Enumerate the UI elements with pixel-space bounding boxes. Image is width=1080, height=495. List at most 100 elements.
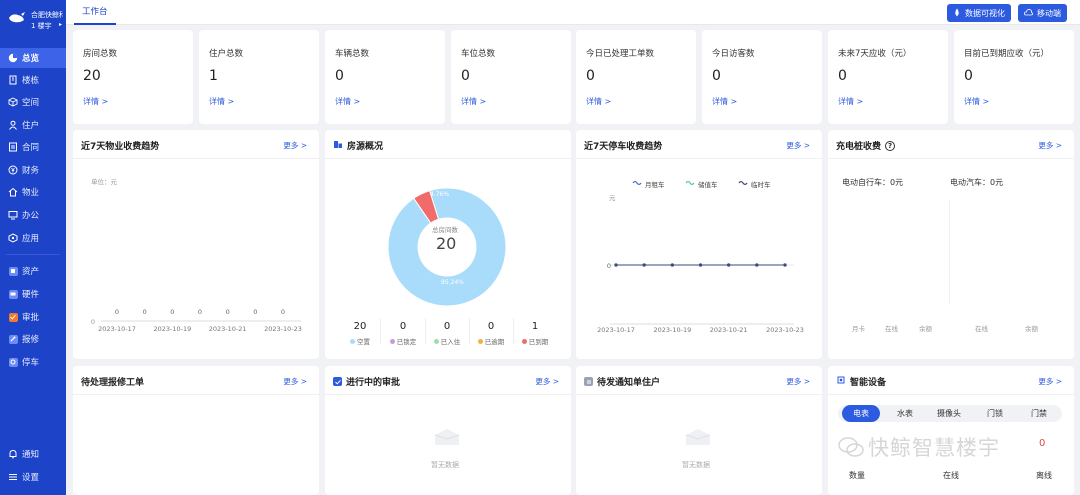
nav-approval[interactable]: 审批 (0, 307, 66, 327)
panel-title-text: 待发通知单住户 (597, 378, 661, 388)
tab-electric-meter[interactable]: 电表 (842, 405, 880, 422)
nav-hardware[interactable]: 硬件 (0, 284, 66, 304)
x-tick-label: 2023-10-17 (98, 325, 136, 333)
nav-label: 楼栋 (22, 76, 40, 86)
panel-title: 充电桩收费 ? (836, 139, 896, 152)
nav-assets[interactable]: 资产 (0, 261, 66, 281)
data-label: 0 (115, 308, 119, 316)
more-link[interactable]: 更多 > (283, 376, 307, 387)
legend-dot (389, 338, 395, 344)
more-link[interactable]: 更多 > (1038, 140, 1062, 151)
data-label: 0 (226, 308, 230, 316)
tab-door-lock[interactable]: 门锁 (976, 405, 1014, 422)
y-tick-label: 0 (91, 318, 95, 326)
tab-water-meter[interactable]: 水表 (886, 405, 924, 422)
nav-label: 应用 (22, 234, 40, 244)
panel-title-text: 充电桩收费 (836, 142, 882, 152)
stat-detail-link[interactable]: 详情 > (83, 96, 108, 107)
housing-stat-label: 已入住 (423, 336, 471, 346)
nav-label: 通知 (22, 450, 40, 460)
sidebar: 合肥快鲸科 1 楼宇 ▸ 总览 楼栋 空间 住户 合同 财务 物业 办公 应用 (0, 0, 66, 495)
tab-access-control[interactable]: 门禁 (1020, 405, 1058, 422)
nav-finance[interactable]: 财务 (0, 160, 66, 180)
legend-dot (477, 338, 483, 344)
approvals-panel: 进行中的审批 更多 > 暂无数据 (325, 366, 571, 495)
approval-icon (8, 312, 18, 322)
nav-apps[interactable]: 应用 (0, 228, 66, 248)
nav-label: 硬件 (22, 290, 40, 300)
more-link[interactable]: 更多 > (1038, 376, 1062, 387)
axis-balance: 余额 (1025, 325, 1038, 333)
help-icon[interactable]: ? (885, 140, 896, 151)
nav-parking[interactable]: 停车 (0, 352, 66, 372)
x-tick-label: 2023-10-23 (766, 326, 804, 334)
donut-pct-small: 4.76% (430, 191, 450, 198)
nav-overview[interactable]: 总览 (0, 48, 66, 68)
stat-title: 车位总数 (461, 49, 496, 59)
nav-contract[interactable]: 合同 (0, 137, 66, 157)
series-point (642, 263, 646, 267)
tab-workbench[interactable]: 工作台 (74, 3, 116, 25)
donut-center-label: 总房间数 (432, 226, 458, 234)
series-point (755, 263, 759, 267)
nav-office[interactable]: 办公 (0, 205, 66, 225)
tab-camera[interactable]: 摄像头 (930, 405, 968, 422)
stat-detail-link[interactable]: 详情 > (335, 96, 360, 107)
stat-detail-link[interactable]: 详情 > (712, 96, 737, 107)
watermark: 快鲸智慧楼宇 (838, 432, 1000, 462)
housing-stat-vacant: 20 空置 (336, 321, 384, 346)
building-icon (8, 75, 18, 85)
data-visualization-button[interactable]: 数据可视化 (947, 4, 1011, 22)
legend-swatch-2 (738, 180, 748, 186)
nav-label: 空间 (22, 98, 40, 108)
data-visualization-label: 数据可视化 (965, 8, 1005, 18)
monitor-icon (8, 210, 18, 220)
housing-stat-locked: 0 已锁定 (379, 321, 427, 346)
mobile-button[interactable]: 移动端 (1018, 4, 1067, 22)
more-link[interactable]: 更多 > (786, 376, 810, 387)
stat-detail-link[interactable]: 详情 > (964, 96, 989, 107)
nav-settings[interactable]: 设置 (0, 467, 66, 487)
data-label: 0 (143, 308, 147, 316)
x-tick-label: 2023-10-21 (209, 325, 247, 333)
building-selector[interactable]: 1 楼宇 (31, 21, 52, 31)
stat-value: 1 (209, 68, 218, 84)
nav-divider (6, 254, 60, 255)
more-link[interactable]: 更多 > (535, 376, 559, 387)
company-name: 合肥快鲸科 (31, 11, 63, 19)
stat-value: 0 (586, 68, 595, 84)
caret-right-icon[interactable]: ▸ (59, 21, 62, 28)
nav-repair[interactable]: 报修 (0, 329, 66, 349)
stat-detail-link[interactable]: 详情 > (209, 96, 234, 107)
x-tick-label: 2023-10-21 (710, 326, 748, 334)
housing-stat-value: 0 (487, 321, 495, 332)
panel-header: 智能设备 更多 > (828, 366, 1074, 395)
housing-stat-label: 已锁定 (379, 336, 427, 346)
axis-online: 在线 (885, 325, 898, 333)
nav-building[interactable]: 楼栋 (0, 70, 66, 90)
stat-detail-link[interactable]: 详情 > (461, 96, 486, 107)
housing-stat-label-text: 已逾期 (484, 338, 505, 346)
axis-balance: 余额 (919, 325, 932, 333)
stat-value: 0 (712, 68, 721, 84)
panel-header: 待发通知单住户 更多 > (576, 366, 822, 395)
nav-space[interactable]: 空间 (0, 92, 66, 112)
stat-detail-link[interactable]: 详情 > (586, 96, 611, 107)
parking-fee-trend-panel: 近7天停车收费趋势 更多 > 0 2023-10-17 2023-10-19 2023… (576, 130, 822, 359)
stat-title: 今日访客数 (712, 49, 755, 59)
stat-detail-link[interactable]: 详情 > (838, 96, 863, 107)
brand[interactable]: 合肥快鲸科 1 楼宇 ▸ (0, 0, 66, 40)
nav-notify[interactable]: 通知 (0, 444, 66, 464)
assets-icon (8, 266, 18, 276)
nav-label: 财务 (22, 166, 40, 176)
nav-property[interactable]: 物业 (0, 182, 66, 202)
smart-devices-panel: 智能设备 更多 > 数量 在线 离线 0 (828, 366, 1074, 495)
stat-title: 未来7天应收（元） (838, 49, 912, 59)
housing-stat-label-text: 已入住 (440, 338, 461, 346)
nav-resident[interactable]: 住户 (0, 115, 66, 135)
panel-title: 待处理报修工单 (81, 378, 145, 388)
x-tick-label: 2023-10-23 (264, 325, 302, 333)
donut-pct-large: 95.24% (441, 279, 464, 286)
legend-temporary: 临时车 (751, 181, 771, 189)
axis-online: 在线 (975, 325, 988, 333)
